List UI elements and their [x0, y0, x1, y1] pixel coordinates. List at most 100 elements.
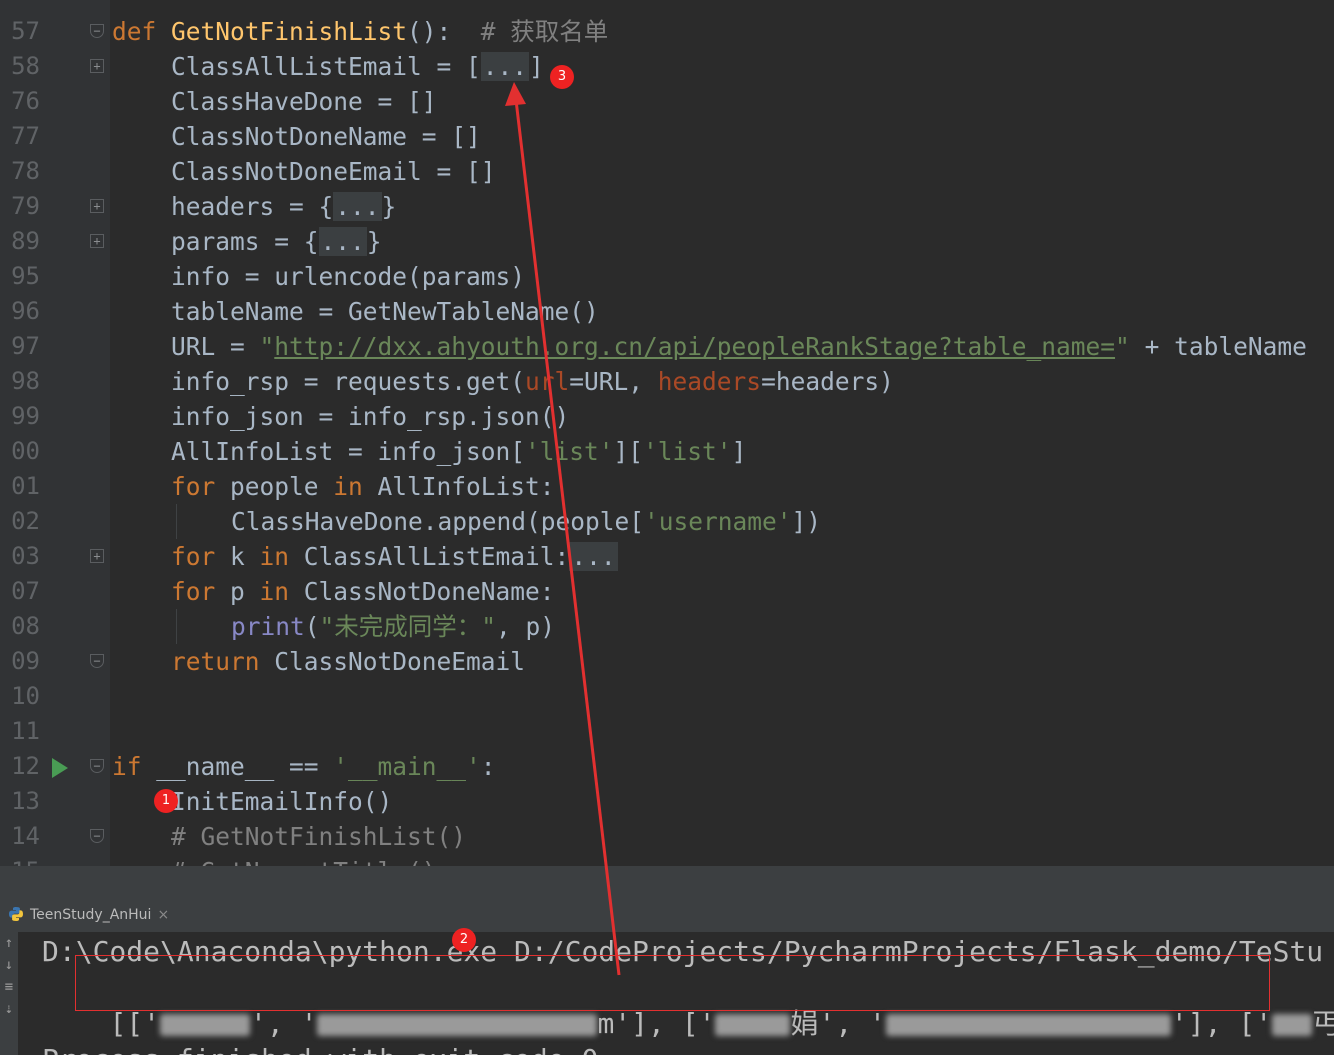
code-token: AllInfoList = info_json[ [171, 437, 526, 466]
fold-collapse-icon[interactable]: − [90, 829, 104, 843]
code-line[interactable]: 07 for p in ClassNotDoneName: [0, 574, 1334, 609]
folded-region[interactable]: ... [569, 542, 618, 571]
code-line[interactable]: 99 info_json = info_rsp.json() [0, 399, 1334, 434]
console-exit-line: Process finished with exit code 0 [42, 1042, 598, 1055]
run-icon[interactable] [52, 758, 68, 778]
code-token: url [525, 367, 570, 396]
code-token: if [112, 752, 157, 781]
folded-region[interactable]: ... [318, 227, 367, 256]
code-line[interactable]: 11 [0, 714, 1334, 749]
code-token: ClassNotDoneName = [] [171, 122, 481, 151]
code-text: return ClassNotDoneEmail [171, 644, 525, 679]
line-number: 99 [11, 402, 40, 430]
code-line[interactable]: 58 + ClassAllListEmail = [...] [0, 49, 1334, 84]
code-line[interactable]: 96 tableName = GetNewTableName() [0, 294, 1334, 329]
code-text: ClassNotDoneEmail = [] [171, 154, 496, 189]
folded-region[interactable]: ... [333, 192, 382, 221]
code-line[interactable]: 13 InitEmailInfo() [0, 784, 1334, 819]
fold-collapse-icon[interactable]: − [90, 654, 104, 668]
fold-expand-icon[interactable]: + [90, 234, 104, 248]
scroll-down-icon[interactable]: ↓ [0, 954, 18, 976]
code-line[interactable]: 79 + headers = {...} [0, 189, 1334, 224]
editor-console-separator[interactable] [0, 866, 1334, 898]
code-line[interactable]: 15 # GetNewestTitle() [0, 854, 1334, 866]
code-line[interactable]: 76 ClassHaveDone = [] [0, 84, 1334, 119]
code-text: # GetNewestTitle() [171, 854, 437, 866]
soft-wrap-icon[interactable]: ≡ [0, 976, 18, 998]
code-line[interactable]: 03 + for k in ClassAllListEmail:... [0, 539, 1334, 574]
code-token: in [259, 542, 304, 571]
code-line[interactable]: 01 for people in AllInfoList: [0, 469, 1334, 504]
code-token: ( [304, 612, 320, 641]
code-line[interactable]: 57 − def GetNotFinishList(): # 获取名单 [0, 14, 1334, 49]
line-number: 11 [11, 717, 40, 745]
code-token: ClassNotDoneEmail [274, 647, 526, 676]
code-token: for [171, 472, 231, 501]
fold-expand-icon[interactable]: + [90, 549, 104, 563]
code-line[interactable]: 09 − return ClassNotDoneEmail [0, 644, 1334, 679]
redacted-text [885, 1014, 1171, 1036]
line-number: 95 [11, 262, 40, 290]
code-line[interactable]: 12 − if __name__ == '__main__': [0, 749, 1334, 784]
code-text: for k in ClassAllListEmail:... [171, 539, 618, 574]
code-line[interactable]: 98 info_rsp = requests.get(url=URL, heade… [0, 364, 1334, 399]
code-editor[interactable]: 57− def GetNotFinishList(): # 获取名单 58 + Clas… [0, 0, 1334, 866]
code-token: =URL, [569, 367, 658, 396]
code-token: 'list' [643, 437, 732, 466]
code-token: : [480, 752, 496, 781]
code-line[interactable]: 95 info = urlencode(params) [0, 259, 1334, 294]
code-token: " [259, 332, 275, 361]
code-line[interactable]: 10 [0, 679, 1334, 714]
scroll-to-end-icon[interactable]: ⇣ [0, 998, 18, 1020]
code-line[interactable]: 77 ClassNotDoneName = [] [0, 119, 1334, 154]
code-line[interactable]: 02 ClassHaveDone.append(people['username'… [0, 504, 1334, 539]
indent-guide [176, 504, 177, 539]
code-line[interactable]: 89 + params = {...} [0, 224, 1334, 259]
code-text: info = urlencode(params) [171, 259, 525, 294]
code-line[interactable]: 78 ClassNotDoneEmail = [] [0, 154, 1334, 189]
code-text: info_json = info_rsp.json() [171, 399, 569, 434]
code-token: AllInfoList: [377, 472, 555, 501]
code-line[interactable]: 08 print("未完成同学：", p) [0, 609, 1334, 644]
fold-collapse-icon[interactable]: − [90, 24, 104, 38]
code-token: (): [407, 17, 481, 46]
code-token: GetNotFinishList [171, 17, 408, 46]
close-icon[interactable]: × [157, 907, 169, 923]
fold-collapse-icon[interactable]: − [90, 759, 104, 773]
code-line[interactable]: 14 − # GetNotFinishList() [0, 819, 1334, 854]
code-line[interactable]: 97 URL = "http://dxx.ahyouth.org.cn/api/p… [0, 329, 1334, 364]
code-text: InitEmailInfo() [171, 784, 392, 819]
annotation-badge-2: 2 [452, 928, 476, 952]
code-token: } [381, 192, 397, 221]
folded-region[interactable]: ... [480, 52, 530, 81]
code-token: info = urlencode(params) [171, 262, 526, 291]
code-token: ClassAllListEmail = [ [171, 52, 481, 81]
code-text: for people in AllInfoList: [171, 469, 555, 504]
fold-expand-icon[interactable]: + [90, 59, 104, 73]
output-text: ', ' [250, 1007, 318, 1040]
output-text: [[' [109, 1007, 161, 1040]
code-token: def [112, 17, 172, 46]
code-token: tableName = GetNewTableName() [171, 297, 599, 326]
code-token: " [1115, 332, 1130, 361]
line-number: 01 [11, 472, 40, 500]
line-number: 76 [11, 87, 40, 115]
code-line[interactable]: 00 AllInfoList = info_json['list']['list'… [0, 434, 1334, 469]
run-tab[interactable]: TeenStudy_AnHui × [8, 906, 169, 923]
code-token: ] [529, 52, 544, 81]
rerun-icon[interactable]: ↑ [0, 932, 18, 954]
output-text: m'], [' [597, 1007, 716, 1040]
line-number: 78 [11, 157, 40, 185]
code-token: http://dxx.ahyouth.org.cn/api/peopleRank… [274, 332, 1116, 361]
code-token: } [366, 227, 382, 256]
annotation-highlight-box [75, 955, 1270, 1011]
code-token: info_json = info_rsp.json() [171, 402, 570, 431]
code-token: ClassHaveDone.append(people[ [231, 507, 645, 536]
fold-expand-icon[interactable]: + [90, 199, 104, 213]
redacted-text [317, 1014, 598, 1036]
line-number: 89 [11, 227, 40, 255]
code-token: URL = [171, 332, 260, 361]
code-text: # GetNotFinishList() [171, 819, 466, 854]
python-icon [9, 907, 23, 921]
line-number: 12 [11, 752, 40, 780]
